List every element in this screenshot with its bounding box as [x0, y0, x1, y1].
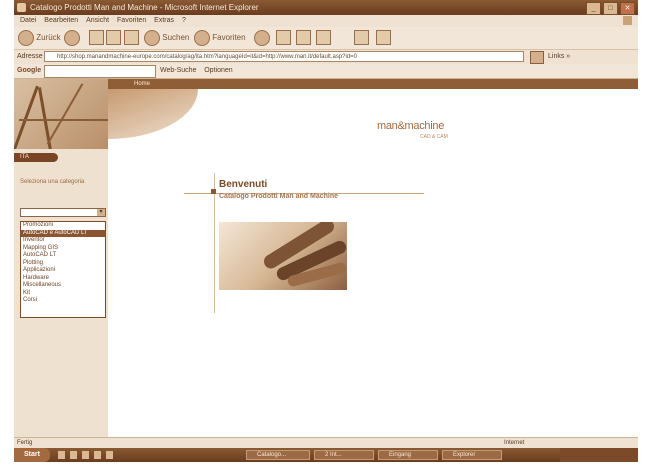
google-toolbar: Google Web-Suche Optionen	[14, 64, 638, 79]
star-icon	[194, 30, 210, 46]
chevron-down-icon: ▾	[97, 209, 105, 216]
minimize-button[interactable]: _	[586, 2, 601, 15]
edit-icon	[316, 30, 331, 46]
quicklaunch-icon[interactable]	[106, 451, 113, 459]
home-button[interactable]	[124, 30, 142, 46]
page-title: Benvenuti	[219, 179, 268, 190]
sidebar: ITA Seleziona una categoria ▾ Promozioni…	[14, 79, 108, 437]
forward-arrow-icon	[64, 30, 80, 46]
category-option[interactable]: Miscellaneous	[21, 282, 105, 290]
category-option[interactable]: Kit	[21, 290, 105, 298]
system-tray	[560, 448, 638, 462]
history-icon	[254, 30, 270, 46]
favorites-button[interactable]: Favoriten	[194, 30, 246, 46]
page-subtitle: Catalogo Prodotti Man and Machine	[219, 193, 339, 200]
taskbar-item[interactable]: 2 Int...	[314, 450, 374, 460]
search-icon	[144, 30, 160, 46]
menu-help[interactable]: ?	[182, 17, 186, 24]
mail-button[interactable]	[276, 30, 294, 46]
links-button[interactable]: Links »	[548, 50, 570, 64]
start-button[interactable]: Start	[14, 448, 50, 462]
toolbar: Zurück Suchen Favoriten	[14, 27, 638, 50]
taskbar-item[interactable]: Eingang	[378, 450, 438, 460]
header-band: Home	[108, 79, 638, 89]
category-option[interactable]: Hardware	[21, 275, 105, 283]
category-option[interactable]: Plotting	[21, 260, 105, 268]
messenger-icon	[354, 30, 369, 46]
menu-file[interactable]: Datei	[20, 17, 36, 24]
stop-icon	[89, 30, 104, 46]
menu-bar: Datei Bearbeiten Ansicht Favoriten Extra…	[14, 15, 638, 27]
back-arrow-icon	[18, 30, 34, 46]
quicklaunch-icon[interactable]	[58, 451, 65, 459]
close-button[interactable]: ✕	[620, 2, 635, 15]
page-content: ITA Seleziona una categoria ▾ Promozioni…	[14, 79, 638, 437]
quicklaunch-icon[interactable]	[82, 451, 89, 459]
brand-logo: man&machine	[377, 120, 445, 132]
quicklaunch-icon[interactable]	[70, 451, 77, 459]
header-photo	[14, 79, 108, 149]
category-select[interactable]: ▾	[20, 208, 106, 217]
options-button[interactable]: Optionen	[204, 67, 232, 74]
messenger-button[interactable]	[354, 30, 372, 46]
google-search-input[interactable]	[44, 65, 156, 78]
search-button[interactable]: Suchen	[144, 30, 189, 46]
category-label: Seleziona una categoria	[20, 179, 85, 185]
category-option[interactable]: Corsi	[21, 297, 105, 305]
maximize-button[interactable]: □	[603, 2, 618, 15]
go-button[interactable]	[530, 51, 544, 64]
divider-vertical	[214, 173, 215, 313]
tool-icon	[376, 30, 391, 46]
category-option[interactable]: Applicazioni	[21, 267, 105, 275]
category-option[interactable]: Inventor	[21, 237, 105, 245]
taskbar: Start Catalogo... 2 Int... Eingang Explo…	[14, 448, 638, 462]
forward-button[interactable]	[64, 30, 80, 46]
print-icon	[296, 30, 311, 46]
brand-subtitle: CAD & CAM	[420, 134, 448, 140]
category-option[interactable]: AutoCAD e AutoCAD LT	[21, 229, 105, 237]
address-input[interactable]: http://shop.manandmachine-europe.com/cat…	[44, 51, 524, 62]
menu-edit[interactable]: Bearbeiten	[44, 17, 78, 24]
back-button[interactable]: Zurück	[18, 30, 61, 46]
bullet-marker	[211, 189, 216, 194]
menu-tools[interactable]: Extras	[154, 17, 174, 24]
hand-photo	[219, 222, 347, 290]
refresh-icon	[106, 30, 121, 46]
mail-icon	[276, 30, 291, 46]
history-button[interactable]	[254, 30, 270, 46]
menu-favorites[interactable]: Favoriten	[117, 17, 146, 24]
window-title: Catalogo Prodotti Man and Machine - Micr…	[30, 3, 259, 12]
edit-button[interactable]	[316, 30, 334, 46]
address-bar: Adresse http://shop.manandmachine-europe…	[14, 50, 638, 64]
web-search-button[interactable]: Web-Suche	[160, 67, 196, 74]
category-option[interactable]: Mapping GIS	[21, 245, 105, 253]
home-icon	[124, 30, 139, 46]
menu-view[interactable]: Ansicht	[86, 17, 109, 24]
taskbar-item[interactable]: Explorer	[442, 450, 502, 460]
browser-window: Catalogo Prodotti Man and Machine - Micr…	[14, 0, 638, 462]
stop-button[interactable]	[89, 30, 107, 46]
google-logo: Google	[17, 67, 42, 74]
language-tab[interactable]: ITA	[14, 153, 58, 162]
category-option[interactable]: Promozioni	[21, 222, 105, 230]
address-label: Adresse	[17, 53, 43, 60]
windows-logo-icon	[623, 16, 632, 25]
ie-icon	[17, 3, 26, 12]
taskbar-item[interactable]: Catalogo...	[246, 450, 310, 460]
home-link[interactable]: Home	[134, 79, 150, 89]
print-button[interactable]	[296, 30, 314, 46]
category-list[interactable]: Promozioni AutoCAD e AutoCAD LT Inventor Ma…	[20, 221, 106, 318]
title-bar: Catalogo Prodotti Man and Machine - Micr…	[14, 0, 638, 15]
tool-button[interactable]	[376, 30, 394, 46]
quicklaunch-icon[interactable]	[94, 451, 101, 459]
category-option[interactable]: AutoCAD LT	[21, 252, 105, 260]
header-curve	[108, 89, 198, 139]
refresh-button[interactable]	[106, 30, 124, 46]
